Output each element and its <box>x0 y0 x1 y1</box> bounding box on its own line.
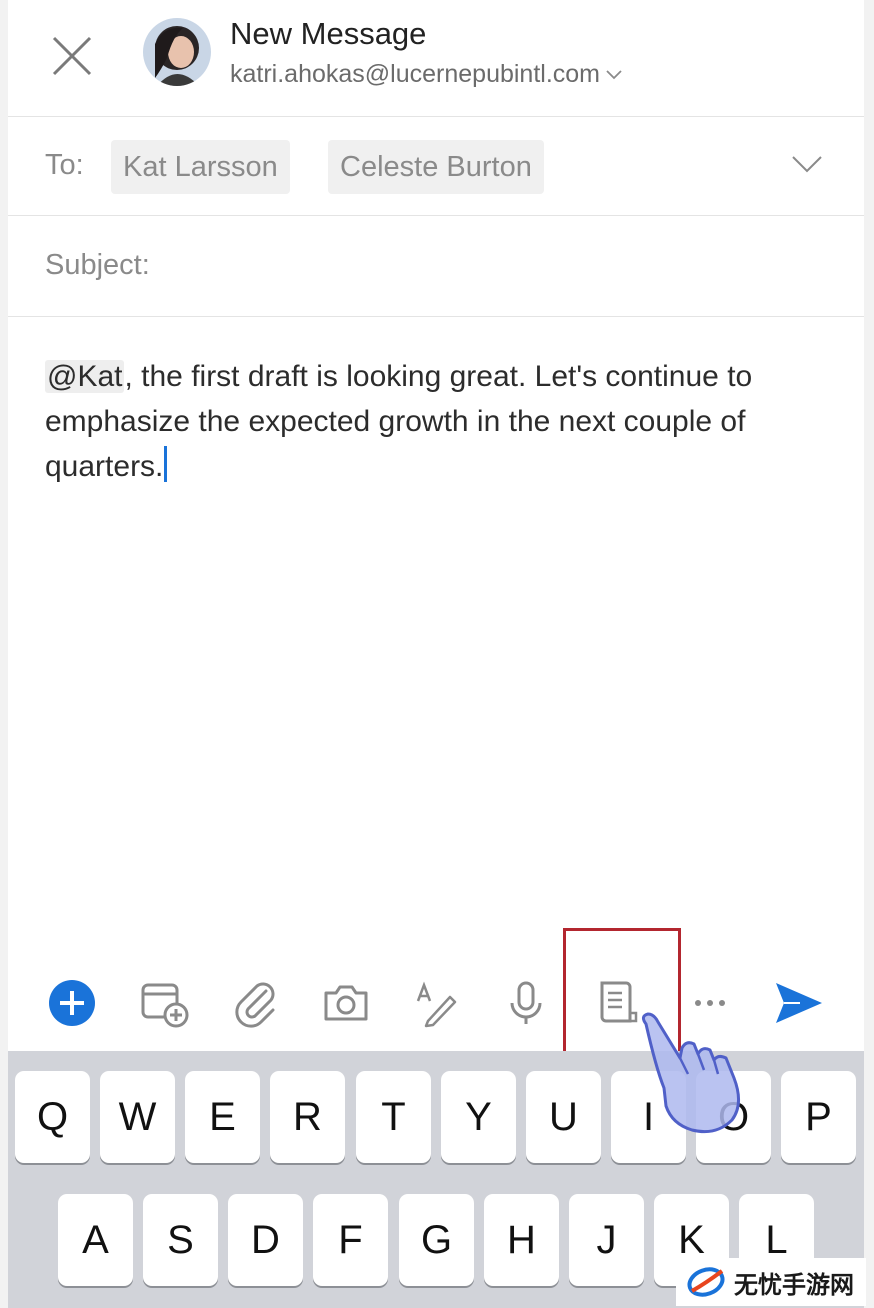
key-u[interactable]: U <box>526 1071 601 1163</box>
watermark-logo-icon <box>687 1267 725 1297</box>
chevron-down-icon <box>792 156 822 173</box>
add-button[interactable] <box>44 975 100 1031</box>
message-body[interactable]: @Kat, the first draft is looking great. … <box>45 354 845 489</box>
key-p[interactable]: P <box>781 1071 856 1163</box>
draw-icon <box>416 981 457 1028</box>
key-h[interactable]: H <box>484 1194 559 1286</box>
right-frame-edge <box>864 0 874 1308</box>
key-t[interactable]: T <box>356 1071 431 1163</box>
microphone-icon <box>510 981 542 1024</box>
attach-button[interactable] <box>228 975 284 1031</box>
sender-account-selector[interactable]: katri.ahokas@lucernepubintl.com <box>230 60 622 89</box>
watermark-text: 无忧手游网 <box>734 1271 854 1299</box>
calendar-add-button[interactable] <box>136 975 192 1031</box>
recipient-chip[interactable]: Kat Larsson <box>111 140 290 194</box>
dictate-button[interactable] <box>498 975 554 1031</box>
close-button[interactable] <box>48 32 96 80</box>
recipient-chip[interactable]: Celeste Burton <box>328 140 544 194</box>
text-cursor <box>164 446 168 482</box>
key-a[interactable]: A <box>58 1194 133 1286</box>
camera-icon <box>324 985 368 1021</box>
key-q[interactable]: Q <box>15 1071 90 1163</box>
key-g[interactable]: G <box>399 1194 474 1286</box>
chevron-down-icon <box>606 69 622 79</box>
subject-field[interactable]: Subject: <box>8 215 864 317</box>
more-button[interactable] <box>682 975 738 1031</box>
key-e[interactable]: E <box>185 1071 260 1163</box>
send-button[interactable] <box>770 975 826 1031</box>
key-i[interactable]: I <box>611 1071 686 1163</box>
template-button[interactable] <box>590 975 646 1031</box>
draw-button[interactable] <box>408 975 464 1031</box>
key-f[interactable]: F <box>313 1194 388 1286</box>
compose-title: New Message <box>230 16 427 51</box>
subject-label: Subject: <box>45 249 150 281</box>
mention-tag[interactable]: @Kat <box>45 360 125 393</box>
body-text: , the first draft is looking great. Let'… <box>45 360 753 483</box>
watermark: 无忧手游网 <box>676 1258 866 1306</box>
left-frame-edge <box>0 0 8 1308</box>
calendar-add-icon <box>141 983 189 1028</box>
key-d[interactable]: D <box>228 1194 303 1286</box>
template-icon <box>600 981 638 1023</box>
key-r[interactable]: R <box>270 1071 345 1163</box>
send-icon <box>776 983 822 1023</box>
more-icon <box>695 1000 725 1006</box>
sender-email: katri.ahokas@lucernepubintl.com <box>230 60 601 88</box>
key-o[interactable]: O <box>696 1071 771 1163</box>
add-icon <box>49 980 95 1026</box>
sender-avatar[interactable] <box>143 18 211 86</box>
key-w[interactable]: W <box>100 1071 175 1163</box>
key-y[interactable]: Y <box>441 1071 516 1163</box>
camera-button[interactable] <box>318 975 374 1031</box>
close-icon <box>52 36 92 76</box>
to-field[interactable]: To: Kat Larsson Celeste Burton <box>8 116 864 216</box>
to-label: To: <box>45 149 84 181</box>
key-s[interactable]: S <box>143 1194 218 1286</box>
compose-toolbar <box>8 955 864 1051</box>
expand-recipients-button[interactable] <box>790 152 824 176</box>
attach-icon <box>235 982 275 1028</box>
compose-header: New Message katri.ahokas@lucernepubintl.… <box>8 0 864 117</box>
key-j[interactable]: J <box>569 1194 644 1286</box>
